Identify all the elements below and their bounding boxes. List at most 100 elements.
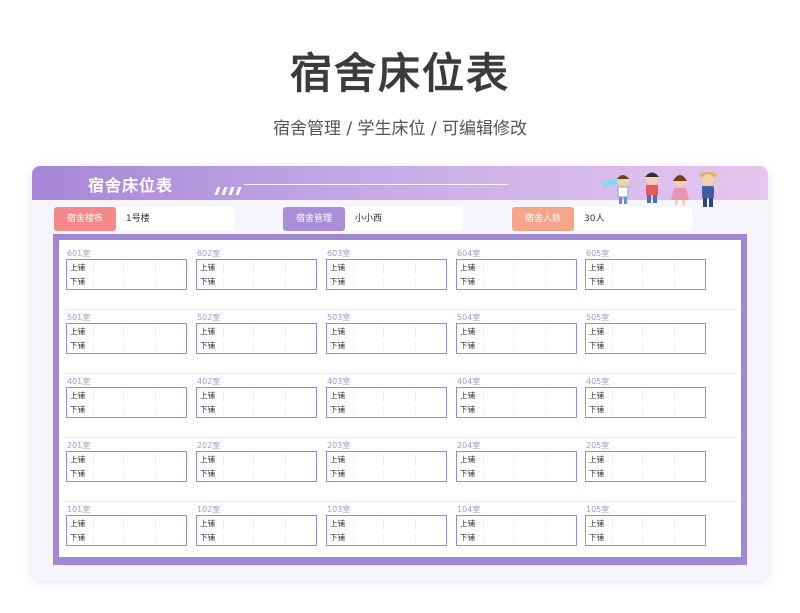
floor-row: 501室 上铺 下铺 502室 上铺 下铺 503室 上铺 下铺 504室 上铺 下铺 505室 上铺 下铺 — [63, 310, 737, 374]
lower-bed-row[interactable]: 下铺 — [457, 531, 576, 545]
lower-bed-label: 下铺 — [589, 469, 604, 478]
upper-bed-row[interactable]: 上铺 — [67, 453, 186, 467]
cell-divider — [223, 519, 224, 529]
bed-box: 上铺 下铺 — [196, 259, 317, 290]
upper-bed-row[interactable]: 上铺 — [327, 389, 446, 403]
cell-divider — [155, 391, 156, 401]
upper-bed-row[interactable]: 上铺 — [197, 517, 316, 531]
cell-divider — [513, 277, 514, 287]
lower-bed-label: 下铺 — [460, 341, 475, 350]
info-count-value[interactable]: 30人 — [584, 207, 604, 231]
lower-bed-row[interactable]: 下铺 — [457, 403, 576, 417]
lower-bed-row[interactable]: 下铺 — [327, 467, 446, 481]
upper-bed-row[interactable]: 上铺 — [327, 325, 446, 339]
upper-bed-row[interactable]: 上铺 — [67, 325, 186, 339]
upper-bed-row[interactable]: 上铺 — [457, 517, 576, 531]
upper-bed-row[interactable]: 上铺 — [586, 261, 705, 275]
room-card: 104室 上铺 下铺 — [453, 502, 577, 565]
upper-bed-row[interactable]: 上铺 — [586, 453, 705, 467]
upper-bed-row[interactable]: 上铺 — [197, 325, 316, 339]
lower-bed-row[interactable]: 下铺 — [67, 467, 186, 481]
floor-row: 201室 上铺 下铺 202室 上铺 下铺 203室 上铺 下铺 204室 上铺 下铺 205室 上铺 下铺 — [63, 438, 737, 502]
cell-divider — [545, 263, 546, 273]
lower-bed-row[interactable]: 下铺 — [327, 403, 446, 417]
info-manager-value[interactable]: 小小西 — [355, 207, 382, 231]
lower-bed-row[interactable]: 下铺 — [197, 275, 316, 289]
cell-divider — [415, 327, 416, 337]
lower-bed-row[interactable]: 下铺 — [586, 275, 705, 289]
info-building-label: 宿舍楼栋 — [54, 207, 116, 231]
upper-bed-label: 上铺 — [200, 263, 215, 272]
cell-divider — [612, 405, 613, 415]
upper-bed-row[interactable]: 上铺 — [586, 517, 705, 531]
upper-bed-row[interactable]: 上铺 — [457, 389, 576, 403]
cell-divider — [545, 469, 546, 479]
upper-bed-row[interactable]: 上铺 — [457, 453, 576, 467]
cell-divider — [415, 341, 416, 351]
upper-bed-row[interactable]: 上铺 — [327, 517, 446, 531]
cell-divider — [285, 469, 286, 479]
upper-bed-row[interactable]: 上铺 — [327, 453, 446, 467]
cell-divider — [674, 263, 675, 273]
cell-divider — [253, 469, 254, 479]
upper-bed-row[interactable]: 上铺 — [457, 261, 576, 275]
cell-divider — [353, 391, 354, 401]
cell-divider — [223, 263, 224, 273]
room-name: 605室 — [586, 249, 610, 258]
info-building-value[interactable]: 1号楼 — [126, 207, 150, 231]
lower-bed-row[interactable]: 下铺 — [67, 339, 186, 353]
lower-bed-row[interactable]: 下铺 — [197, 531, 316, 545]
cell-divider — [612, 263, 613, 273]
upper-bed-row[interactable]: 上铺 — [197, 261, 316, 275]
room-card: 504室上铺下铺 — [453, 310, 577, 373]
room-name: 504室 — [457, 313, 481, 322]
upper-bed-label: 上铺 — [330, 519, 345, 528]
lower-bed-row[interactable]: 下铺 — [67, 403, 186, 417]
lower-bed-label: 下铺 — [589, 341, 604, 350]
lower-bed-row[interactable]: 下铺 — [67, 275, 186, 289]
room-card: 205室 上铺 下铺 — [582, 438, 706, 501]
cell-divider — [612, 341, 613, 351]
bed-box: 上铺 下铺 — [66, 323, 187, 354]
upper-bed-label: 上铺 — [200, 519, 215, 528]
upper-bed-row[interactable]: 上铺 — [67, 517, 186, 531]
cell-divider — [93, 327, 94, 337]
upper-bed-row[interactable]: 上铺 — [457, 325, 576, 339]
lower-bed-row[interactable]: 下铺 — [327, 531, 446, 545]
lower-bed-row[interactable]: 下铺 — [586, 403, 705, 417]
lower-bed-row[interactable]: 下铺 — [457, 339, 576, 353]
lower-bed-row[interactable]: 下铺 — [197, 467, 316, 481]
bed-box: 上铺 下铺 — [585, 515, 706, 546]
cell-divider — [253, 327, 254, 337]
upper-bed-row[interactable]: 上铺 — [586, 325, 705, 339]
room-card: 502室 上铺 下铺 — [193, 310, 317, 373]
lower-bed-row[interactable]: 下铺 — [197, 339, 316, 353]
room-grid: 601室 上铺 下铺 602室 上铺 下铺 603室 上铺 下铺 604室 上铺 下铺 605室 上铺 下铺… — [53, 234, 747, 566]
upper-bed-row[interactable]: 上铺 — [327, 261, 446, 275]
page-title: 宿舍床位表 — [289, 49, 510, 98]
cell-divider — [383, 519, 384, 529]
upper-bed-row[interactable]: 上铺 — [197, 389, 316, 403]
upper-bed-row[interactable]: 上铺 — [586, 389, 705, 403]
upper-bed-row[interactable]: 上铺 — [67, 261, 186, 275]
lower-bed-row[interactable]: 下铺 — [327, 275, 446, 289]
lower-bed-row[interactable]: 下铺 — [457, 275, 576, 289]
lower-bed-row[interactable]: 下铺 — [327, 339, 446, 353]
lower-bed-row[interactable]: 下铺 — [457, 467, 576, 481]
cell-divider — [223, 391, 224, 401]
upper-bed-row[interactable]: 上铺 — [67, 389, 186, 403]
room-card: 204室 上铺 下铺 — [453, 438, 577, 501]
cell-divider — [642, 469, 643, 479]
cell-divider — [415, 263, 416, 273]
cell-divider — [93, 341, 94, 351]
cell-divider — [642, 533, 643, 543]
upper-bed-row[interactable]: 上铺 — [197, 453, 316, 467]
cell-divider — [513, 263, 514, 273]
lower-bed-row[interactable]: 下铺 — [197, 403, 316, 417]
cell-divider — [383, 341, 384, 351]
lower-bed-row[interactable]: 下铺 — [586, 339, 705, 353]
lower-bed-row[interactable]: 下铺 — [586, 467, 705, 481]
lower-bed-row[interactable]: 下铺 — [586, 531, 705, 545]
upper-bed-label: 上铺 — [460, 391, 475, 400]
lower-bed-row[interactable]: 下铺 — [67, 531, 186, 545]
